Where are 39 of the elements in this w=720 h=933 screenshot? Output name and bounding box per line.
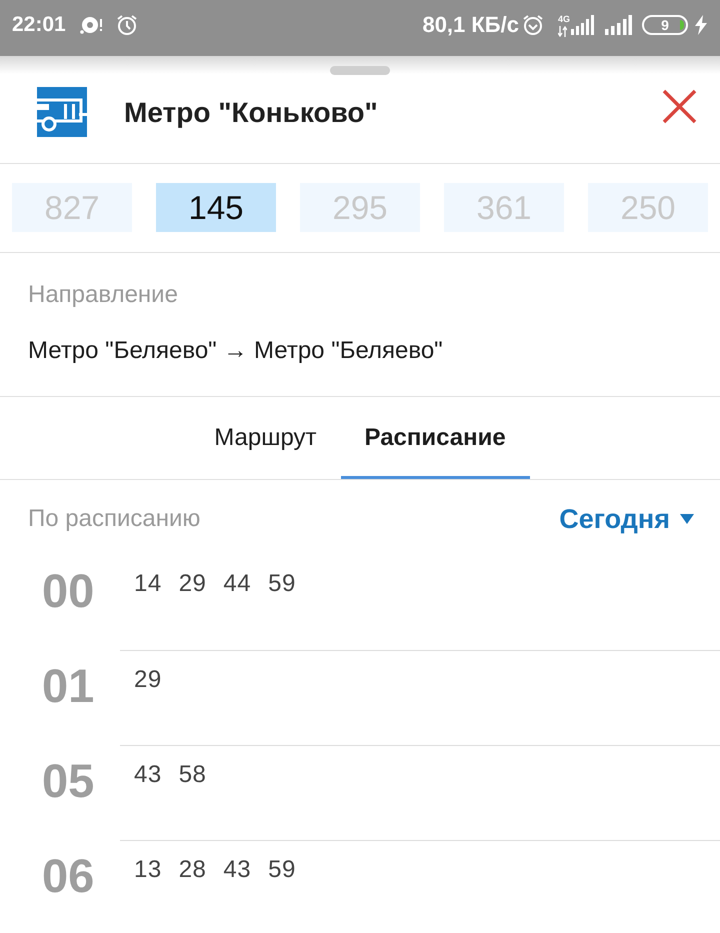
minute-text: 29 <box>178 572 206 596</box>
network-type-text: 4G <box>558 14 570 24</box>
close-button[interactable] <box>661 88 697 124</box>
direction-label: Направление <box>28 280 179 310</box>
minute-text: 59 <box>268 858 296 882</box>
alarm-clock-icon <box>522 14 544 36</box>
hour-text: 00 <box>42 567 94 614</box>
minute-text: 28 <box>178 858 206 882</box>
hour-text: 06 <box>42 852 94 899</box>
network-speed-text: 80,1 КБ/с <box>422 12 519 38</box>
minute-text: 44 <box>223 572 252 596</box>
minute-text: 58 <box>178 763 206 787</box>
notification-icon <box>80 15 104 35</box>
bus-icon <box>37 87 87 137</box>
signal-icon <box>605 15 632 35</box>
schedule-label: По расписанию <box>28 504 200 534</box>
signal-icon <box>571 15 595 35</box>
day-dropdown[interactable]: Сегодня <box>559 504 694 534</box>
close-icon <box>662 88 696 124</box>
minute-text: 14 <box>134 572 162 596</box>
alarm-clock-icon <box>116 14 138 36</box>
stop-title: Метро "Коньково" <box>124 97 379 129</box>
battery-indicator: 9 <box>642 15 688 35</box>
tab[interactable]: Расписание <box>340 397 530 479</box>
clock-time: 22:01 <box>12 13 66 37</box>
hour-text: 05 <box>42 757 94 804</box>
route-tab[interactable]: 145 <box>156 183 276 232</box>
minute-text: 43 <box>223 858 252 882</box>
minute-text: 43 <box>134 763 162 787</box>
lightning-icon <box>694 15 708 35</box>
data-arrows-icon <box>558 26 567 36</box>
minute-text: 59 <box>268 572 296 596</box>
tab[interactable]: Маршрут <box>190 397 341 479</box>
hour-text: 01 <box>42 662 94 709</box>
direction-text: Метро "Беляево" → Метро "Беляево" <box>28 336 444 366</box>
drag-handle[interactable] <box>330 66 390 75</box>
caret-icon <box>680 514 694 524</box>
minute-text: 13 <box>134 858 162 882</box>
minute-text: 29 <box>134 668 162 692</box>
